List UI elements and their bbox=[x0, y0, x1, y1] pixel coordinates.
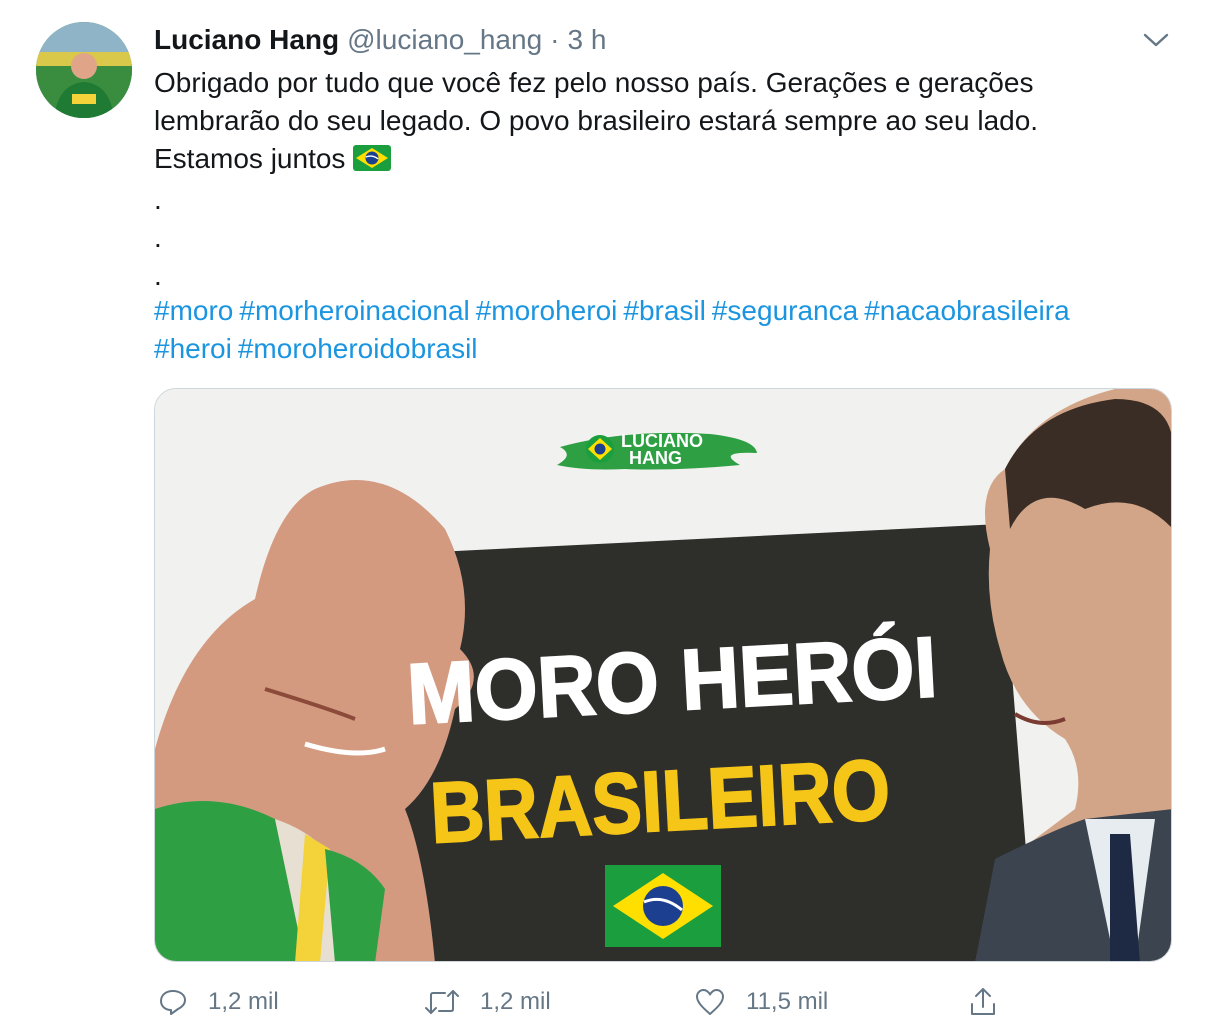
tweet-text: Obrigado por tudo que você fez pelo noss… bbox=[154, 64, 1184, 295]
more-options-button[interactable] bbox=[1140, 28, 1172, 52]
share-icon bbox=[971, 988, 995, 1015]
hashtag-link[interactable]: #nacaobrasileira bbox=[864, 295, 1069, 326]
tweet-line: . bbox=[154, 260, 162, 291]
handle[interactable]: @luciano_hang bbox=[347, 24, 542, 56]
chevron-down-icon bbox=[1143, 33, 1169, 47]
heart-icon bbox=[696, 989, 724, 1015]
media-graphic: LUCIANO HANG MORO HERÓI BRASILEIRO bbox=[155, 389, 1171, 961]
display-name[interactable]: Luciano Hang bbox=[154, 24, 339, 56]
hashtag-link[interactable]: #heroi bbox=[154, 333, 232, 364]
reply-icon bbox=[160, 990, 186, 1015]
hashtag-link[interactable]: #seguranca bbox=[712, 295, 858, 326]
timestamp[interactable]: 3 h bbox=[567, 24, 606, 56]
hashtag-link[interactable]: #moroheroi bbox=[476, 295, 618, 326]
like-count: 11,5 mil bbox=[746, 988, 829, 1015]
avatar-image bbox=[36, 22, 132, 118]
hashtags: #moro #morheroinacional #moroheroi #brasil #… bbox=[154, 292, 1184, 368]
retweet-count: 1,2 mil bbox=[480, 988, 551, 1015]
reply-count: 1,2 mil bbox=[208, 988, 279, 1015]
share-button[interactable] bbox=[968, 980, 998, 1024]
hashtags-line: #moro #morheroinacional #moroheroi #brasil #… bbox=[154, 292, 1184, 330]
tweet-line: Estamos juntos bbox=[154, 143, 346, 174]
separator-dot: · bbox=[550, 24, 560, 55]
hashtag-link[interactable]: #moroheroidobrasil bbox=[238, 333, 478, 364]
retweet-button[interactable]: 1,2 mil bbox=[424, 980, 551, 1024]
reply-button[interactable]: 1,2 mil bbox=[158, 980, 279, 1024]
hashtag-link[interactable]: #brasil bbox=[623, 295, 705, 326]
tweet-line: lembrarão do seu legado. O povo brasilei… bbox=[154, 105, 1039, 136]
hashtag-link[interactable]: #morheroinacional bbox=[239, 295, 469, 326]
retweet-icon bbox=[425, 990, 459, 1014]
brazil-flag-icon bbox=[605, 865, 721, 947]
tweet-line: . bbox=[154, 184, 162, 215]
tweet: Luciano Hang @luciano_hang · 3 h Obrigad… bbox=[0, 0, 1216, 1032]
tweet-media-image[interactable]: LUCIANO HANG MORO HERÓI BRASILEIRO bbox=[154, 388, 1172, 962]
tweet-line: . bbox=[154, 222, 162, 253]
avatar[interactable] bbox=[36, 22, 132, 118]
brazil-flag-icon bbox=[353, 143, 392, 181]
like-button[interactable]: 11,5 mil bbox=[694, 980, 828, 1024]
tweet-line: Obrigado por tudo que você fez pelo noss… bbox=[154, 67, 1034, 98]
hashtag-link[interactable]: #moro bbox=[154, 295, 233, 326]
tweet-actions: 1,2 mil 1,2 mil 11,5 mil bbox=[0, 980, 1216, 1024]
logo-text-line2: HANG bbox=[629, 448, 682, 468]
tweet-line-with-flag: Estamos juntos bbox=[154, 140, 1184, 181]
tweet-header: Luciano Hang @luciano_hang · 3 h bbox=[154, 24, 606, 60]
hashtags-line: #heroi #moroheroidobrasil bbox=[154, 330, 1184, 368]
